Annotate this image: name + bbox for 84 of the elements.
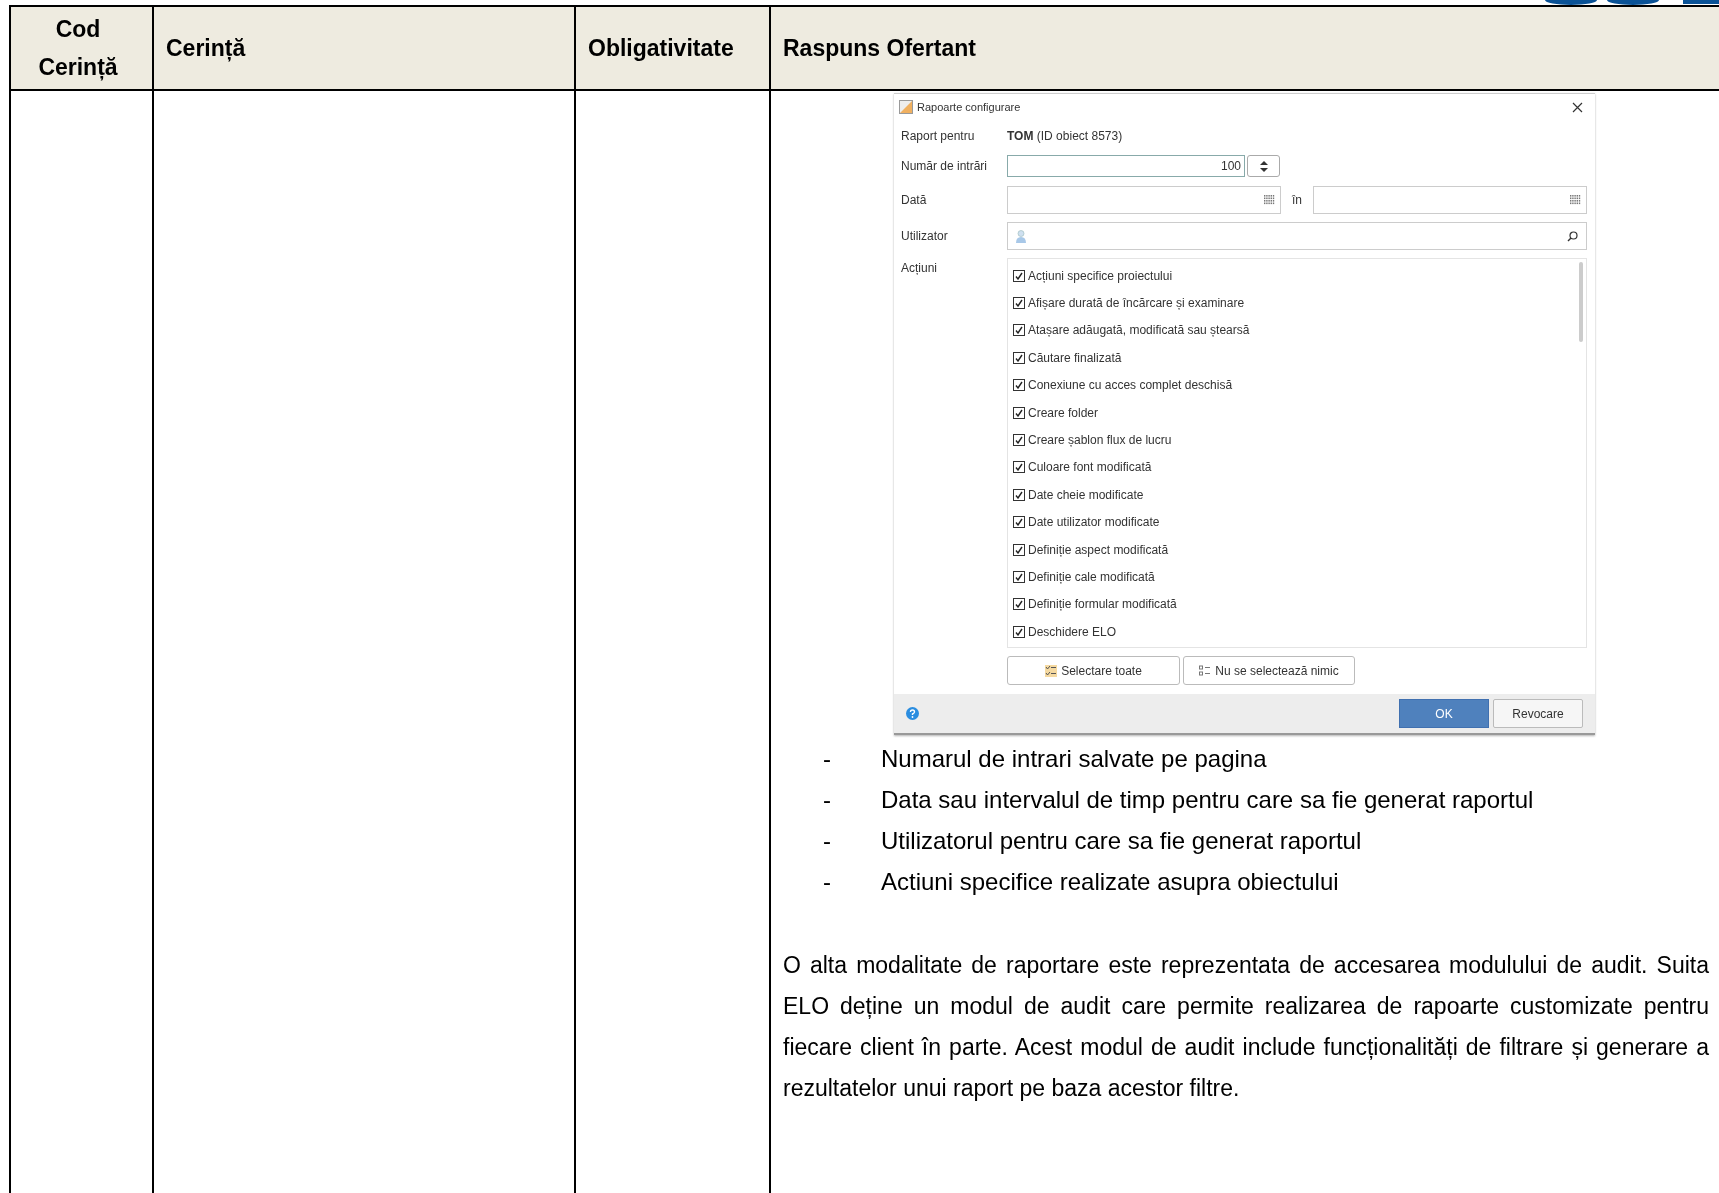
column-header: Cod Cerință <box>37 15 119 83</box>
field-label: Dată <box>901 192 928 209</box>
checkbox[interactable] <box>1013 516 1025 529</box>
checkmark-icon <box>1015 627 1023 636</box>
list-item: Utilizatorul pentru care sa fie generat raportul <box>881 826 1362 856</box>
cancel-button[interactable]: Revocare <box>1493 699 1583 728</box>
checklist-icon <box>1045 664 1058 677</box>
ok-button[interactable]: OK <box>1399 699 1489 728</box>
checkbox[interactable] <box>1013 461 1025 474</box>
help-icon[interactable] <box>906 707 919 720</box>
paragraph: O alta modalitate de raportare este reprezentata de accesarea modulului de audit. Suita ELO deține un modul de audit care permite realizarea de rapoarte customizate pentru fiecare client în parte. Acest modul de audit include funcționalități de filtrare și generare a rezultatelor unui raport pe baza acestor filtre. <box>783 951 1709 1103</box>
action-option[interactable]: Acțiuni specifice proiectului <box>1008 262 1586 290</box>
report-target: TOM (ID obiect 8573) <box>1007 128 1123 145</box>
spinner-control[interactable] <box>1247 155 1280 177</box>
list-marker: - <box>823 826 832 856</box>
close-icon[interactable] <box>1572 101 1583 113</box>
checkbox[interactable] <box>1013 297 1025 310</box>
action-option[interactable]: Definiție aspect modificată <box>1008 535 1586 564</box>
list-item: Actiuni specifice realizate asupra obiectului <box>881 867 1339 897</box>
checkbox[interactable] <box>1013 324 1025 337</box>
select-none-button[interactable]: Nu se selectează nimic <box>1183 656 1355 685</box>
calendar-icon[interactable] <box>1570 195 1581 205</box>
action-option[interactable]: Definiție cale modificată <box>1008 563 1586 591</box>
checkmark-icon <box>1015 490 1023 499</box>
checkbox[interactable] <box>1013 625 1025 638</box>
action-option[interactable]: Culoare font modificată <box>1008 453 1586 482</box>
action-option[interactable]: Conexiune cu acces complet deschisă <box>1008 371 1586 399</box>
checkmark-icon <box>1015 436 1023 445</box>
checkbox[interactable] <box>1013 269 1025 282</box>
action-option[interactable]: Deschidere ELO <box>1008 618 1586 646</box>
list-marker: - <box>823 867 832 897</box>
up-arrow-icon <box>1259 160 1268 165</box>
checkmark-icon <box>1015 408 1023 417</box>
field-label: Acțiuni <box>901 260 939 277</box>
field-label: Număr de intrări <box>901 158 989 175</box>
checkmark-icon <box>1015 463 1023 472</box>
list-marker: - <box>823 785 832 815</box>
checkbox[interactable] <box>1013 571 1025 583</box>
column-header: Cerință <box>166 34 246 64</box>
column-header: Obligativitate <box>588 34 734 63</box>
list-marker: - <box>823 744 832 774</box>
checkmark-icon <box>1015 353 1023 362</box>
checkmark-icon <box>1015 326 1023 335</box>
checkbox[interactable] <box>1013 488 1025 501</box>
down-arrow-icon <box>1259 167 1268 172</box>
action-option[interactable]: Căutare finalizată <box>1008 344 1586 372</box>
checkbox[interactable] <box>1013 598 1025 611</box>
checkmark-icon <box>1015 600 1023 609</box>
field-label: Utilizator <box>901 228 949 245</box>
column-header: Raspuns Ofertant <box>783 34 976 63</box>
checkbox[interactable] <box>1013 406 1025 419</box>
action-option[interactable]: Date utilizator modificate <box>1008 508 1586 536</box>
calendar-icon[interactable] <box>1264 195 1275 205</box>
range-separator: în <box>1291 192 1303 209</box>
action-option[interactable]: Definiție formular modificată <box>1008 590 1586 619</box>
action-option[interactable]: Creare folder <box>1008 398 1586 427</box>
checkbox[interactable] <box>1013 379 1025 392</box>
checkbox[interactable] <box>1013 351 1025 364</box>
user-field[interactable] <box>1007 222 1587 250</box>
report-icon <box>899 100 913 114</box>
checkmark-icon <box>1015 299 1023 308</box>
action-option[interactable]: Afișare durată de încărcare și examinare <box>1008 289 1586 317</box>
action-option[interactable]: Date cheie modificate <box>1008 481 1586 509</box>
checkbox[interactable] <box>1013 434 1025 447</box>
checkmark-icon <box>1015 271 1023 280</box>
checkmark-icon <box>1015 381 1023 390</box>
user-icon <box>1016 229 1026 243</box>
date-field[interactable] <box>1313 186 1587 214</box>
dialog-title: Rapoarte configurare <box>917 99 1021 115</box>
checkmark-icon <box>1015 545 1023 554</box>
list-icon <box>1199 664 1212 677</box>
action-option[interactable]: Creare șablon flux de lucru <box>1008 426 1586 454</box>
action-option[interactable]: Atașare adăugată, modificată sau ștearsă <box>1008 316 1586 345</box>
checkbox[interactable] <box>1013 543 1025 556</box>
list-item: Numarul de intrari salvate pe pagina <box>881 744 1267 774</box>
select-all-button[interactable]: Selectare toate <box>1007 656 1180 685</box>
list-item: Data sau intervalul de timp pentru care sa fie generat raportul <box>881 785 1534 815</box>
checkmark-icon <box>1015 518 1023 527</box>
date-field[interactable] <box>1007 186 1281 214</box>
scrollbar-thumb[interactable] <box>1579 262 1583 342</box>
checkmark-icon <box>1015 573 1023 581</box>
field-label: Raport pentru <box>901 128 976 145</box>
number-field[interactable]: 100 <box>1007 155 1245 177</box>
search-icon[interactable] <box>1567 230 1578 242</box>
